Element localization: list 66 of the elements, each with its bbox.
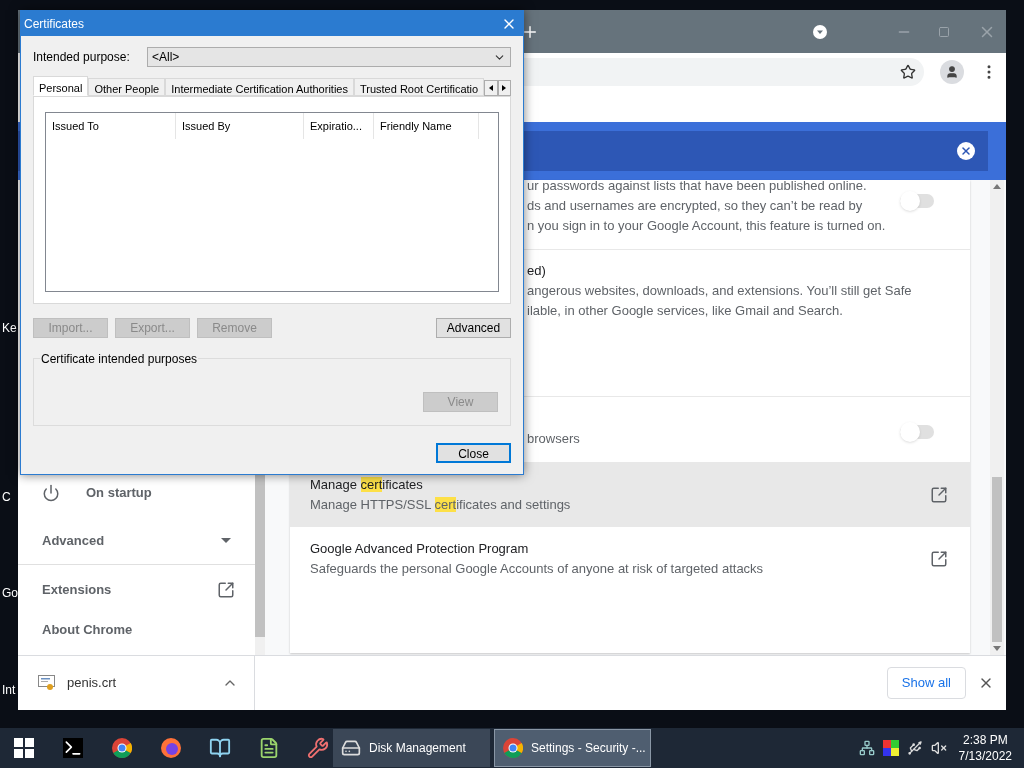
- setting-description: browsers: [527, 430, 581, 448]
- sidebar-item[interactable]: On startup: [18, 469, 255, 517]
- certificate-file-icon: [38, 675, 55, 691]
- fox-browser-icon[interactable]: [160, 738, 181, 758]
- scroll-up-icon[interactable]: [993, 184, 1001, 189]
- external-link-icon: [217, 581, 235, 599]
- sidebar-link[interactable]: Extensions: [18, 570, 255, 610]
- external-link-icon: [930, 486, 948, 504]
- scrollbar-thumb[interactable]: [992, 477, 1002, 642]
- purpose-dropdown[interactable]: <All>: [147, 47, 511, 67]
- browser-icon: [503, 738, 523, 758]
- start-icon[interactable]: [14, 738, 34, 758]
- power-icon: [42, 484, 60, 502]
- tab[interactable]: Other People: [88, 78, 166, 96]
- setting-title: Google Advanced Protection Program: [310, 540, 530, 558]
- desktop-icon-label[interactable]: C: [0, 487, 18, 507]
- tab-search-icon[interactable]: [812, 23, 828, 40]
- bookmark-star-icon[interactable]: [900, 63, 916, 80]
- setting-title: ed): [527, 262, 547, 280]
- toggle-switch[interactable]: [900, 425, 934, 439]
- desktop-icon-label[interactable]: Go: [0, 583, 18, 603]
- network-icon[interactable]: [858, 740, 875, 756]
- setting-description: n you sign in to your Google Account, this feature is turned on.: [527, 217, 887, 235]
- setting-description: angerous websites, downloads, and extensions. You’ll still get Safe: [527, 282, 913, 300]
- browser-icon: [111, 738, 132, 758]
- tab[interactable]: Intermediate Certification Authorities: [165, 78, 354, 96]
- scroll-down-icon[interactable]: [993, 646, 1001, 651]
- setting-description: Safeguards the personal Google Accounts of anyone at risk of targeted attacks: [310, 560, 765, 578]
- settings-link-row[interactable]: Google Advanced Protection Program Safeguards the personal Google Accounts of anyone at risk of targeted attacks: [290, 527, 970, 591]
- color-icon[interactable]: [882, 740, 899, 756]
- desktop-icon-label[interactable]: Int: [0, 680, 18, 700]
- download-item[interactable]: penis.crt: [18, 656, 255, 710]
- taskbar-window-button[interactable]: Settings - Security -...: [494, 729, 651, 767]
- column-header[interactable]: Expiratio...: [304, 113, 374, 139]
- setting-description: ur passwords against lists that have been published online.: [527, 177, 868, 195]
- external-link-icon: [930, 550, 948, 568]
- clock-time[interactable]: 2:38 PM: [962, 732, 1008, 748]
- page-scrollbar[interactable]: [990, 180, 1004, 655]
- usb-icon[interactable]: [906, 740, 923, 756]
- close-button[interactable]: Close: [436, 443, 511, 463]
- column-header[interactable]: Issued To: [46, 113, 176, 139]
- toggle-switch[interactable]: [900, 194, 934, 208]
- desktop-icon-label[interactable]: Ke: [0, 318, 18, 338]
- clear-search-icon[interactable]: [957, 142, 975, 160]
- file-name: penis.crt: [67, 674, 118, 693]
- tab[interactable]: Trusted Root Certificatio: [353, 78, 485, 96]
- tool-icon[interactable]: [306, 737, 329, 759]
- dialog-button[interactable]: Advanced: [436, 318, 511, 338]
- tab[interactable]: Personal: [33, 76, 89, 96]
- column-header[interactable]: Issued By: [176, 113, 304, 139]
- tab-scroll-left-icon[interactable]: [484, 80, 498, 96]
- show-all-button[interactable]: Show all: [886, 667, 966, 699]
- clock-date[interactable]: 7/13/2022: [958, 748, 1012, 764]
- profile-avatar[interactable]: [940, 59, 964, 84]
- field-label: Intended purpose:: [33, 49, 131, 66]
- sidebar-item[interactable]: About Chrome: [18, 610, 255, 650]
- setting-description: ds and usernames are encrypted, so they can’t be read by: [527, 197, 864, 215]
- column-header[interactable]: Friendly Name: [374, 113, 479, 139]
- muted-volume-icon[interactable]: [930, 740, 947, 756]
- setting-description: ilable, in other Google services, like Gmail and Search.: [527, 302, 844, 320]
- notebook-icon[interactable]: [208, 737, 231, 759]
- window-title: Certificates: [24, 15, 86, 33]
- setting-description: Manage HTTPS/SSL certificates and settings: [310, 496, 572, 514]
- taskbar-window-button[interactable]: Disk Management: [333, 729, 490, 767]
- terminal-icon[interactable]: [62, 738, 83, 758]
- caret-icon: [221, 537, 231, 544]
